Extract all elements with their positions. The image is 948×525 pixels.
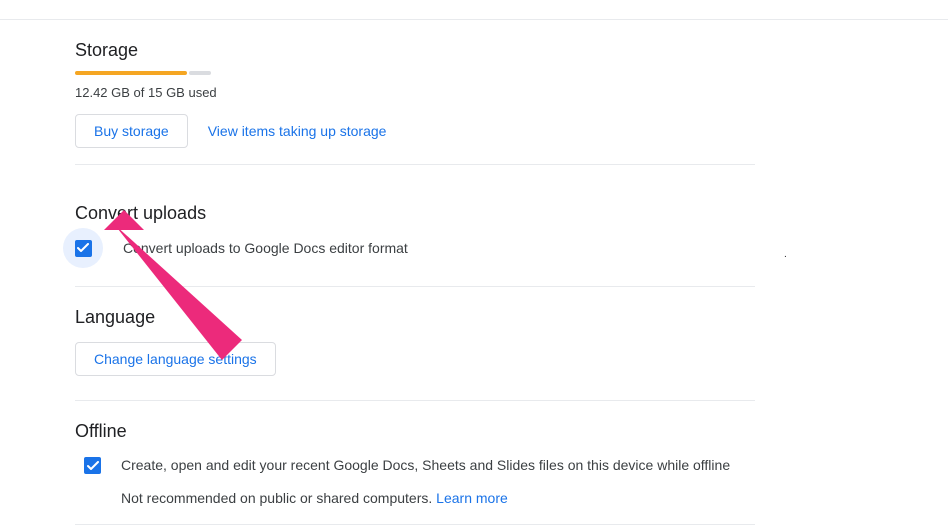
storage-progress-free xyxy=(189,71,211,75)
offline-note: Not recommended on public or shared comp… xyxy=(121,490,730,506)
offline-checkbox-label: Create, open and edit your recent Google… xyxy=(121,456,730,476)
convert-uploads-section: Convert uploads Convert uploads to Googl… xyxy=(75,183,755,286)
offline-checkbox[interactable] xyxy=(84,457,101,474)
offline-learn-more-link[interactable]: Learn more xyxy=(436,490,508,506)
offline-row: Create, open and edit your recent Google… xyxy=(75,456,755,506)
storage-progress xyxy=(75,71,755,75)
offline-section: Offline Create, open and edit your recen… xyxy=(75,401,755,524)
section-divider xyxy=(75,524,755,525)
offline-note-text: Not recommended on public or shared comp… xyxy=(121,490,436,506)
language-title: Language xyxy=(75,307,755,328)
checkbox-highlight xyxy=(63,228,103,268)
convert-uploads-row: Convert uploads to Google Docs editor fo… xyxy=(75,238,755,268)
storage-section: Storage 12.42 GB of 15 GB used Buy stora… xyxy=(75,40,755,183)
settings-content: Storage 12.42 GB of 15 GB used Buy stora… xyxy=(75,40,755,525)
checkmark-icon xyxy=(77,243,89,253)
stray-dot: . xyxy=(784,249,787,260)
storage-usage-text: 12.42 GB of 15 GB used xyxy=(75,85,755,100)
storage-title: Storage xyxy=(75,40,755,61)
language-section: Language Change language settings xyxy=(75,287,755,400)
change-language-button[interactable]: Change language settings xyxy=(75,342,276,376)
convert-uploads-checkbox[interactable] xyxy=(75,240,92,257)
section-divider xyxy=(75,164,755,165)
storage-actions: Buy storage View items taking up storage xyxy=(75,114,755,148)
view-items-link[interactable]: View items taking up storage xyxy=(208,123,387,139)
storage-progress-used xyxy=(75,71,187,75)
buy-storage-button[interactable]: Buy storage xyxy=(75,114,188,148)
convert-uploads-title: Convert uploads xyxy=(75,203,755,224)
offline-title: Offline xyxy=(75,421,755,442)
offline-text-block: Create, open and edit your recent Google… xyxy=(121,456,730,506)
top-divider xyxy=(0,18,948,20)
convert-uploads-label: Convert uploads to Google Docs editor fo… xyxy=(123,239,408,259)
checkmark-icon xyxy=(87,461,99,471)
